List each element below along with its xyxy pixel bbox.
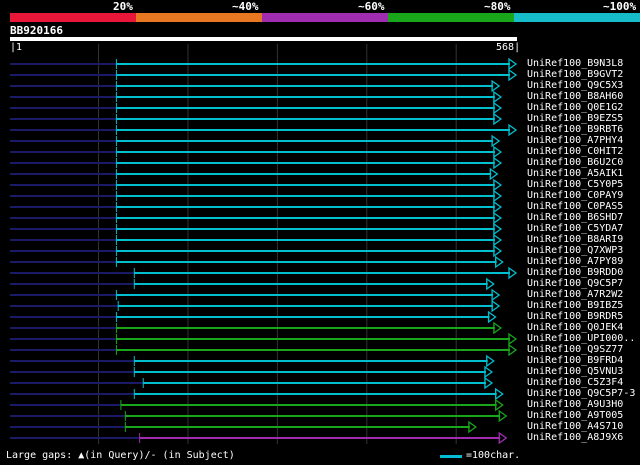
legend-scale-line [440, 455, 462, 458]
hit-arrowhead [498, 409, 508, 423]
hit-arrowhead [493, 90, 503, 104]
hit-arrowhead [491, 79, 501, 93]
hit-label[interactable]: UniRef100_A7R2W2 [527, 289, 623, 300]
hit-label[interactable]: UniRef100_A8J9X6 [527, 432, 623, 443]
hit-arrowhead [508, 68, 518, 82]
hit-arrowhead [487, 310, 497, 324]
hit-arrowhead [493, 156, 503, 170]
hit-arrowhead [486, 354, 495, 368]
hit-label[interactable]: UniRef100_B9RDR5 [527, 311, 623, 322]
hit-label[interactable]: UniRef100_A9T005 [527, 410, 623, 421]
hit-arrowhead [493, 244, 503, 258]
scale-label: ~60% [358, 0, 385, 13]
hit-label[interactable]: UniRef100_Q7XWP3 [527, 245, 623, 256]
hit-label[interactable]: UniRef100_Q0E1G2 [527, 102, 623, 113]
hit-arrowhead [491, 288, 501, 302]
hit-arrowhead [489, 167, 499, 181]
hit-label[interactable]: UniRef100_C5YDA7 [527, 223, 623, 234]
hit-arrowhead [493, 178, 503, 192]
hit-label[interactable]: UniRef100_C0PAY9 [527, 190, 623, 201]
hit-label[interactable]: UniRef100_B9RDD0 [527, 267, 623, 278]
hit-arrowhead [493, 145, 503, 159]
hit-arrowhead [491, 134, 501, 148]
scale-label: 20% [113, 0, 133, 13]
hit-label[interactable]: UniRef100_A4S710 [527, 421, 623, 432]
hit-arrowhead [495, 398, 504, 412]
hit-label[interactable]: UniRef100_B6U2C0 [527, 157, 623, 168]
hit-arrowhead [484, 376, 494, 390]
hit-label[interactable]: UniRef100_B9IBZ5 [527, 300, 623, 311]
hit-arrowhead [486, 277, 495, 291]
hit-label[interactable]: UniRef100_B8ARI9 [527, 234, 623, 245]
hit-arrowhead [493, 211, 503, 225]
hit-label[interactable]: UniRef100_B6SHD7 [527, 212, 623, 223]
hit-label[interactable]: UniRef100_C0PAS5 [527, 201, 623, 212]
hit-label[interactable]: UniRef100_B9EZS5 [527, 113, 623, 124]
hit-arrowhead [493, 101, 503, 115]
scale-label: ~100% [603, 0, 637, 13]
hit-label[interactable]: UniRef100_Q9C5P7-3 [527, 388, 635, 399]
hit-label[interactable]: UniRef100_B9GVT2 [527, 69, 623, 80]
hit-label[interactable]: UniRef100_C5Y0P5 [527, 179, 623, 190]
hit-label[interactable]: UniRef100_C0HIT2 [527, 146, 623, 157]
hit-arrowhead [493, 112, 503, 126]
hit-label[interactable]: UniRef100_B9RBT6 [527, 124, 623, 135]
hit-arrowhead [498, 431, 508, 445]
hit-label[interactable]: UniRef100_Q5VNU3 [527, 366, 623, 377]
hit-label[interactable]: UniRef100_B8AH60 [527, 91, 623, 102]
hit-label[interactable]: UniRef100_C5Z3F4 [527, 377, 623, 388]
hit-arrowhead [493, 200, 503, 214]
hit-arrowhead [484, 365, 494, 379]
hit-label[interactable]: UniRef100_B9N3L8 [527, 58, 623, 69]
hit-arrowhead [493, 233, 503, 247]
hit-arrowhead [495, 255, 504, 269]
hit-label[interactable]: UniRef100_Q9SZ77 [527, 344, 623, 355]
hit-arrowhead [508, 123, 518, 137]
hit-arrowhead [493, 189, 503, 203]
hit-label[interactable]: UniRef100_Q9C5X3 [527, 80, 623, 91]
legend-scale-text: =100char. [466, 450, 521, 461]
hit-label[interactable]: UniRef100_Q0JEK4 [527, 322, 623, 333]
hit-label[interactable]: UniRef100_A5AIK1 [527, 168, 623, 179]
hit-arrowhead [508, 266, 518, 280]
hit-label[interactable]: UniRef100_A7PY89 [527, 256, 623, 267]
hit-label[interactable]: UniRef100_B9FRD4 [527, 355, 623, 366]
legend-gaps: Large gaps: ▲(in Query)/- (in Subject) [6, 450, 235, 461]
hit-label[interactable]: UniRef100_A9U3H0 [527, 399, 623, 410]
hit-label[interactable]: UniRef100_Q9C5P7 [527, 278, 623, 289]
hit-arrowhead [508, 57, 518, 71]
hit-arrowhead [468, 420, 477, 434]
hit-arrowhead [495, 387, 504, 401]
hit-arrowhead [493, 222, 503, 236]
scale-label: ~40% [232, 0, 259, 13]
hit-label[interactable]: UniRef100_A7PHY4 [527, 135, 623, 146]
hit-arrowhead [493, 321, 503, 335]
hit-arrowhead [508, 332, 518, 346]
scale-label: ~80% [484, 0, 511, 13]
hit-arrowhead [491, 299, 501, 313]
hit-arrowhead [508, 343, 518, 357]
hit-label[interactable]: UniRef100_UPI000.. [527, 333, 635, 344]
